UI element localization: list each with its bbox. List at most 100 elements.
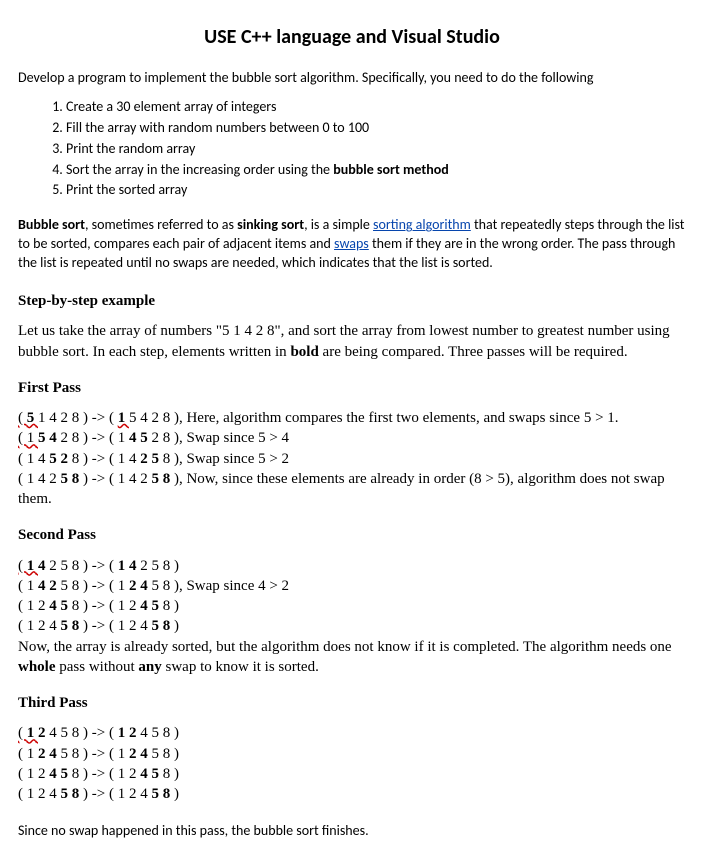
p3l2-mid: 5 8 ) -> ( 1 — [61, 746, 129, 762]
p3l2-b2: 2 4 — [129, 746, 152, 762]
pass2-line4: ( 1 2 4 5 8 ) -> ( 1 2 4 5 8 ) — [18, 616, 686, 636]
p3l3-b2: 4 5 — [140, 766, 163, 782]
p2l4-b2: 5 8 — [151, 618, 174, 634]
p3l1-b2: 1 2 — [118, 725, 141, 741]
p2l3-end: 8 ) — [163, 598, 179, 614]
p1l4-mid: ) -> ( 1 4 2 — [83, 471, 151, 487]
p2l3-mid: 8 ) -> ( 1 2 — [72, 598, 140, 614]
p2note-b1: whole — [18, 659, 56, 675]
p2l1-b1: 1 — [27, 558, 38, 574]
p3l3-open: ( 1 2 — [18, 766, 49, 782]
p1l3-end: 8 ), Swap since 5 > 2 — [163, 451, 289, 467]
p3l4-b2: 5 8 — [151, 786, 174, 802]
p3l4-mid: ) -> ( 1 2 4 — [83, 786, 151, 802]
p2l1-b2: 1 4 — [118, 558, 141, 574]
p2l4-open: ( 1 2 4 — [18, 618, 61, 634]
p3l2-open: ( 1 — [18, 746, 38, 762]
step-5: Print the sorted array — [66, 181, 686, 200]
pass3-line4: ( 1 2 4 5 8 ) -> ( 1 2 4 5 8 ) — [18, 784, 686, 804]
pass2-line3: ( 1 2 4 5 8 ) -> ( 1 2 4 5 8 ) — [18, 596, 686, 616]
p2l2-open: ( 1 — [18, 578, 38, 594]
p1l1-b2: 1 — [118, 410, 129, 426]
p3l4-end: ) — [174, 786, 179, 802]
step-1: Create a 30 element array of integers — [66, 98, 686, 117]
p1l2-u1: 1 — [27, 430, 38, 446]
p2note-pre: Now, the array is already sorted, but th… — [18, 639, 672, 655]
p2l3-b1: 4 5 — [49, 598, 72, 614]
p2l4-end: ) — [174, 618, 179, 634]
p2l1-open: ( — [18, 558, 27, 574]
p1l1-b1: 5 — [27, 410, 38, 426]
pass3-line3: ( 1 2 4 5 8 ) -> ( 1 2 4 5 8 ) — [18, 764, 686, 784]
p2l2-b1: 4 2 — [38, 578, 61, 594]
p3l4-b1: 5 8 — [61, 786, 84, 802]
p1l4-b2: 5 8 — [151, 471, 174, 487]
step-3: Print the random array — [66, 140, 686, 159]
example-intro: Let us take the array of numbers "5 1 4 … — [18, 321, 686, 362]
p2l2-end: 5 8 ), Swap since 4 > 2 — [151, 578, 289, 594]
p2l4-mid: ) -> ( 1 2 4 — [83, 618, 151, 634]
second-pass-heading: Second Pass — [18, 525, 686, 545]
p3l4-open: ( 1 2 4 — [18, 786, 61, 802]
p2l1-b1b: 4 — [38, 558, 49, 574]
p3l2-end: 5 8 ) — [151, 746, 179, 762]
step-2: Fill the array with random numbers betwe… — [66, 119, 686, 138]
p1l4-open: ( 1 4 2 — [18, 471, 61, 487]
example-bold: bold — [290, 344, 318, 360]
p1l2-open: ( — [18, 430, 27, 446]
pass1-line4: ( 1 4 2 5 8 ) -> ( 1 4 2 5 8 ), Now, sin… — [18, 469, 686, 510]
p3l1-end: 4 5 8 ) — [140, 725, 179, 741]
final-text: Since no swap happened in this pass, the… — [18, 822, 686, 841]
p3l1-open: ( — [18, 725, 27, 741]
bubble-term-2: sinking sort — [237, 216, 304, 233]
p1l1-open: ( — [18, 410, 27, 426]
bubble-text-1: , sometimes referred to as — [85, 216, 237, 233]
p2l3-b2: 4 5 — [140, 598, 163, 614]
p1l2-b2: 4 5 — [129, 430, 152, 446]
p1l3-b1: 5 2 — [49, 451, 72, 467]
p3l3-b1: 4 5 — [49, 766, 72, 782]
p1l4-b1: 5 8 — [61, 471, 84, 487]
bubble-term-1: Bubble sort — [18, 216, 85, 233]
pass2-note: Now, the array is already sorted, but th… — [18, 637, 686, 678]
p1l3-open: ( 1 4 — [18, 451, 49, 467]
p1l2-mid: 2 8 ) -> ( 1 — [61, 430, 129, 446]
p2l1-end: 2 5 8 ) — [140, 558, 179, 574]
pass1-line1: ( 5 1 4 2 8 ) -> ( 1 5 4 2 8 ), Here, al… — [18, 408, 686, 428]
steps-list: Create a 30 element array of integers Fi… — [18, 98, 686, 200]
step-4: Sort the array in the increasing order u… — [66, 161, 686, 180]
bubble-text-2: , is a simple — [304, 216, 373, 233]
p3l3-end: 8 ) — [163, 766, 179, 782]
p1l2-b1: 5 4 — [38, 430, 61, 446]
third-pass-heading: Third Pass — [18, 693, 686, 713]
step-4-bold: bubble sort method — [333, 161, 449, 178]
bubble-description: Bubble sort, sometimes referred to as si… — [18, 216, 686, 273]
first-pass-heading: First Pass — [18, 378, 686, 398]
p2note-mid: pass without — [56, 659, 139, 675]
p1l1-end: 5 4 2 8 ), Here, algorithm compares the … — [129, 410, 619, 426]
p1l3-mid: 8 ) -> ( 1 4 — [72, 451, 140, 467]
p3l1-mid: 4 5 8 ) -> ( — [49, 725, 117, 741]
example-post: are being compared. Three passes will be… — [319, 344, 628, 360]
p3l1-b1: 1 — [27, 725, 38, 741]
p2l3-open: ( 1 2 — [18, 598, 49, 614]
p2l4-b1: 5 8 — [61, 618, 84, 634]
p2l2-mid: 5 8 ) -> ( 1 — [61, 578, 129, 594]
pass3-line2: ( 1 2 4 5 8 ) -> ( 1 2 4 5 8 ) — [18, 744, 686, 764]
step-4-pre: Sort the array in the increasing order u… — [66, 161, 333, 178]
pass2-line2: ( 1 4 2 5 8 ) -> ( 1 2 4 5 8 ), Swap sin… — [18, 576, 686, 596]
p3l2-b1: 2 4 — [38, 746, 61, 762]
pass2-line1: ( 1 4 2 5 8 ) -> ( 1 4 2 5 8 ) — [18, 556, 686, 576]
pass1-line3: ( 1 4 5 2 8 ) -> ( 1 4 2 5 8 ), Swap sin… — [18, 449, 686, 469]
p2l2-b2: 2 4 — [129, 578, 152, 594]
sorting-algorithm-link[interactable]: sorting algorithm — [373, 216, 471, 233]
swaps-link[interactable]: swaps — [334, 235, 369, 252]
p1l2-end: 2 8 ), Swap since 5 > 4 — [151, 430, 289, 446]
step-by-step-heading: Step-by-step example — [18, 291, 686, 311]
p2l1-mid: 2 5 8 ) -> ( — [49, 558, 117, 574]
p3l1-b1b: 2 — [38, 725, 49, 741]
p1l3-b2: 2 5 — [140, 451, 163, 467]
pass3-line1: ( 1 2 4 5 8 ) -> ( 1 2 4 5 8 ) — [18, 723, 686, 743]
p2note-post: swap to know it is sorted. — [162, 659, 319, 675]
p2note-b2: any — [138, 659, 161, 675]
